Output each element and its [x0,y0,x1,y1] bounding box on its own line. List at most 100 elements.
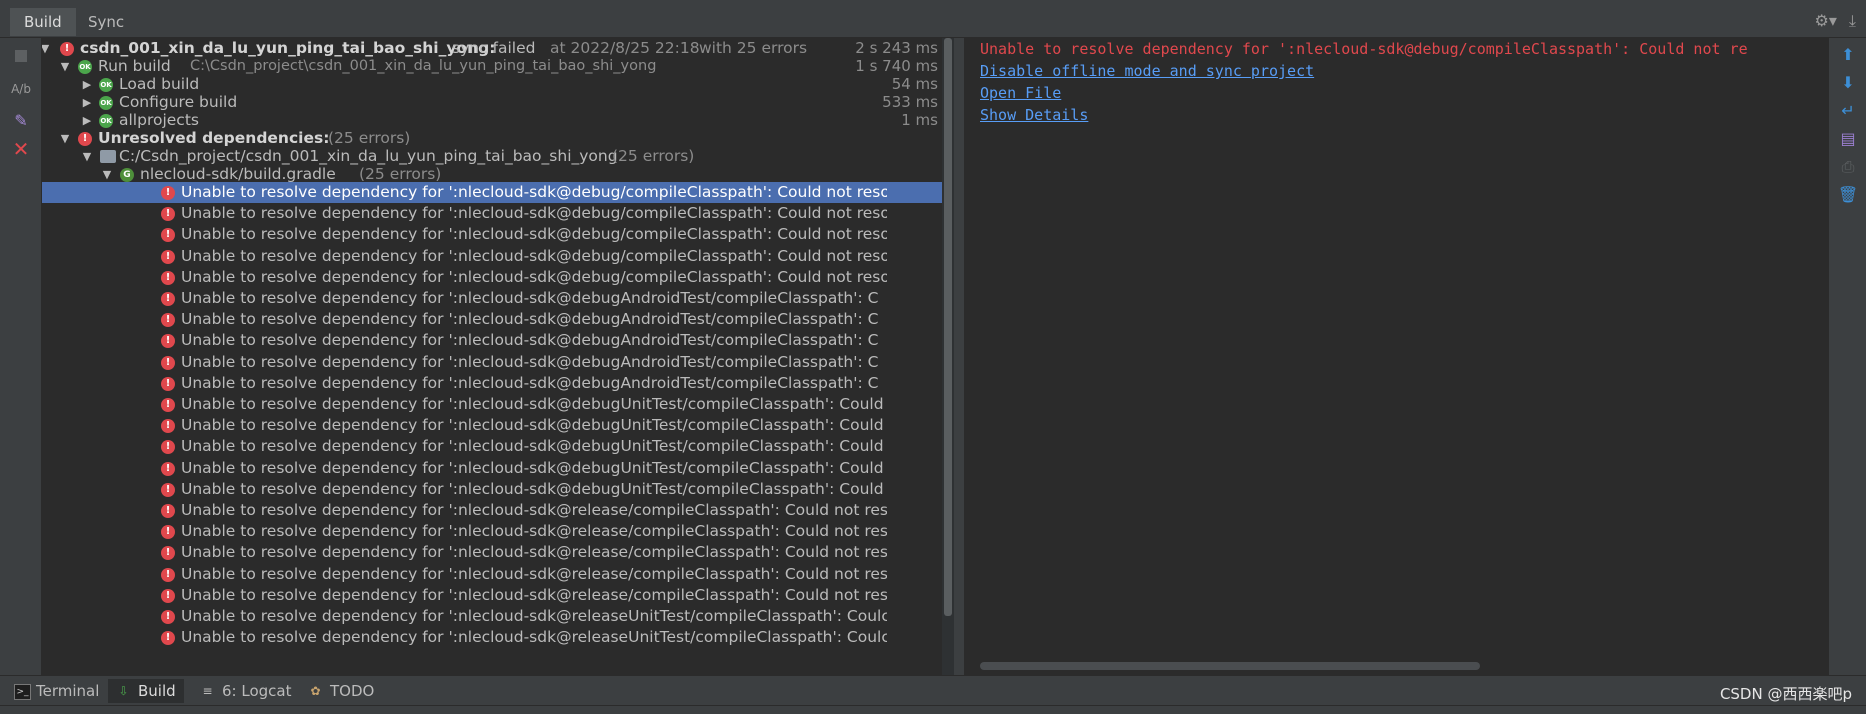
error-message: Unable to resolve dependency for ':nlecl… [181,479,884,498]
logcat-icon: ≡ [202,684,213,698]
build-hammer-icon: ⇩ [118,684,129,698]
error-message: Unable to resolve dependency for ':nlecl… [181,607,887,625]
error-message: Unable to resolve dependency for ':nlecl… [181,183,887,201]
tab-sync[interactable]: Sync [74,8,138,36]
error-row[interactable]: ! Unable to resolve dependency for ':nlec… [42,458,942,479]
error-message: Unable to resolve dependency for ':nlecl… [181,458,884,477]
terminal-icon: >_ [14,684,31,700]
error-message: Unable to resolve dependency for ':nlecl… [181,437,884,456]
error-icon: ! [161,249,175,264]
error-icon: ! [161,355,175,370]
error-message: Unable to resolve dependency for ':nlecl… [181,564,887,583]
bottom-tool-bar: >_ Terminal ⇩ Build ≡ 6: Logcat ✿ TODO C… [0,675,1866,706]
gear-icon[interactable]: ⚙▾ [1815,11,1837,31]
build-label: Build [138,682,176,700]
arrow-down-icon[interactable]: ⬇ [1837,72,1859,94]
error-message: Unable to resolve dependency for ':nlecl… [181,416,884,435]
soft-wrap-icon[interactable]: ↵ [1837,100,1859,122]
error-message: Unable to resolve dependency for ':nlecl… [181,373,879,392]
error-row[interactable]: ! Unable to resolve dependency for ':nlec… [42,415,942,436]
toggle-view-icon[interactable]: A/b [10,78,32,100]
bottom-tab-todo[interactable]: ✿ TODO [300,679,382,703]
error-message: Unable to resolve dependency for ':nlecl… [181,628,887,647]
error-row[interactable]: ! Unable to resolve dependency for ':nlec… [42,352,942,373]
stop-icon[interactable] [10,46,32,68]
tab-build[interactable]: Build [10,8,76,36]
right-toolbar: ⬆ ⬇ ↵ ▤ ⎙ 🗑 [1828,38,1866,675]
error-row[interactable]: ! Unable to resolve dependency for ':nlec… [42,436,942,457]
bottom-tab-build[interactable]: ⇩ Build [108,679,184,703]
arrow-up-icon[interactable]: ⬆ [1837,44,1859,66]
open-file-link[interactable]: Open File [980,82,1061,104]
error-row[interactable]: ! Unable to resolve dependency for ':nlec… [42,500,942,521]
left-toolbar: A/b ✎ ✕ [0,38,42,675]
error-row[interactable]: ! Unable to resolve dependency for ':nlec… [42,288,942,309]
error-row[interactable]: ! Unable to resolve dependency for ':nlec… [42,479,942,500]
error-icon: ! [161,525,175,540]
close-icon[interactable]: ✕ [10,138,32,160]
error-row[interactable]: ! Unable to resolve dependency for ':nlec… [42,182,942,203]
trash-icon[interactable]: 🗑 [1837,184,1859,206]
scroll-to-end-icon[interactable]: ▤ [1837,128,1859,150]
tree-scrollbar-thumb[interactable] [944,38,952,616]
error-icon: ! [78,132,92,146]
bottom-tab-logcat[interactable]: ≡ 6: Logcat [192,679,299,703]
error-message: Unable to resolve dependency for ':nlecl… [181,585,887,604]
error-icon: ! [161,334,175,349]
error-icon: ! [161,292,175,306]
success-icon: OK [99,96,113,110]
error-row[interactable]: ! Unable to resolve dependency for ':nlec… [42,564,942,585]
error-row[interactable]: ! Unable to resolve dependency for ':nlec… [42,373,942,394]
todo-icon: ✿ [310,684,321,698]
error-message: Unable to resolve dependency for ':nlecl… [181,267,887,286]
folder-icon [100,150,116,163]
error-icon: ! [161,482,175,497]
error-icon: ! [161,504,175,518]
error-message: Unable to resolve dependency for ':nlecl… [181,225,887,244]
tool-window-tab-bar: Build Sync ⚙▾ ⤓ [0,5,1866,38]
success-icon: OK [78,60,92,74]
error-icon: ! [161,228,175,243]
error-row[interactable]: ! Unable to resolve dependency for ':nlec… [42,330,942,351]
error-message: Unable to resolve dependency for ':nlecl… [181,204,887,223]
error-row[interactable]: ! Unable to resolve dependency for ':nlec… [42,606,942,627]
error-row[interactable]: ! Unable to resolve dependency for ':nlec… [42,224,942,245]
error-message: Unable to resolve dependency for ':nlecl… [181,331,879,350]
error-row[interactable]: ! Unable to resolve dependency for ':nlec… [42,267,942,288]
download-icon[interactable]: ⤓ [1849,11,1856,31]
error-row[interactable]: ! Unable to resolve dependency for ':nlec… [42,394,942,415]
error-icon: ! [161,546,175,561]
print-icon[interactable]: ⎙ [1837,156,1859,178]
pin-icon[interactable]: ✎ [10,110,32,132]
error-message: Unable to resolve dependency for ':nlecl… [181,310,879,329]
error-row[interactable]: ! Unable to resolve dependency for ':nlec… [42,627,942,648]
error-row[interactable]: ! Unable to resolve dependency for ':nlec… [42,203,942,224]
error-row[interactable]: ! Unable to resolve dependency for ':nlec… [42,309,942,330]
error-message: Unable to resolve dependency for ':nlecl… [181,501,887,519]
error-row[interactable]: ! Unable to resolve dependency for ':nlec… [42,521,942,542]
error-row[interactable]: ! Unable to resolve dependency for ':nlec… [42,585,942,606]
success-icon: OK [99,114,113,128]
error-row[interactable]: ! Unable to resolve dependency for ':nlec… [42,542,942,563]
error-icon: ! [161,398,175,412]
tool-window-actions: ⚙▾ ⤓ [1815,11,1856,31]
bottom-tab-terminal[interactable]: >_ Terminal [6,679,107,703]
error-icon: ! [161,567,175,582]
error-message: Unable to resolve dependency for ':nlecl… [181,522,887,541]
gradle-file-icon: G [120,168,134,182]
logcat-label: 6: Logcat [222,682,292,700]
error-message: Unable to resolve dependency for ':nlecl… [181,289,879,307]
todo-label: TODO [330,682,375,700]
error-icon: ! [161,313,175,328]
panel-divider[interactable] [954,38,964,675]
console-output: Unable to resolve dependency for ':nlecl… [964,38,1828,675]
tree-scrollbar[interactable] [942,38,954,675]
error-icon: ! [161,376,175,391]
error-row[interactable]: ! Unable to resolve dependency for ':nlec… [42,246,942,267]
show-details-link[interactable]: Show Details [980,104,1088,126]
error-icon: ! [161,631,175,646]
console-horizontal-scrollbar[interactable] [980,662,1480,670]
build-tree: ▼ ! csdn_001_xin_da_lu_yun_ping_tai_bao_… [42,38,942,675]
disable-offline-link[interactable]: Disable offline mode and sync project [980,60,1314,82]
csdn-watermark: CSDN @西西楽吧p [1719,685,1852,703]
